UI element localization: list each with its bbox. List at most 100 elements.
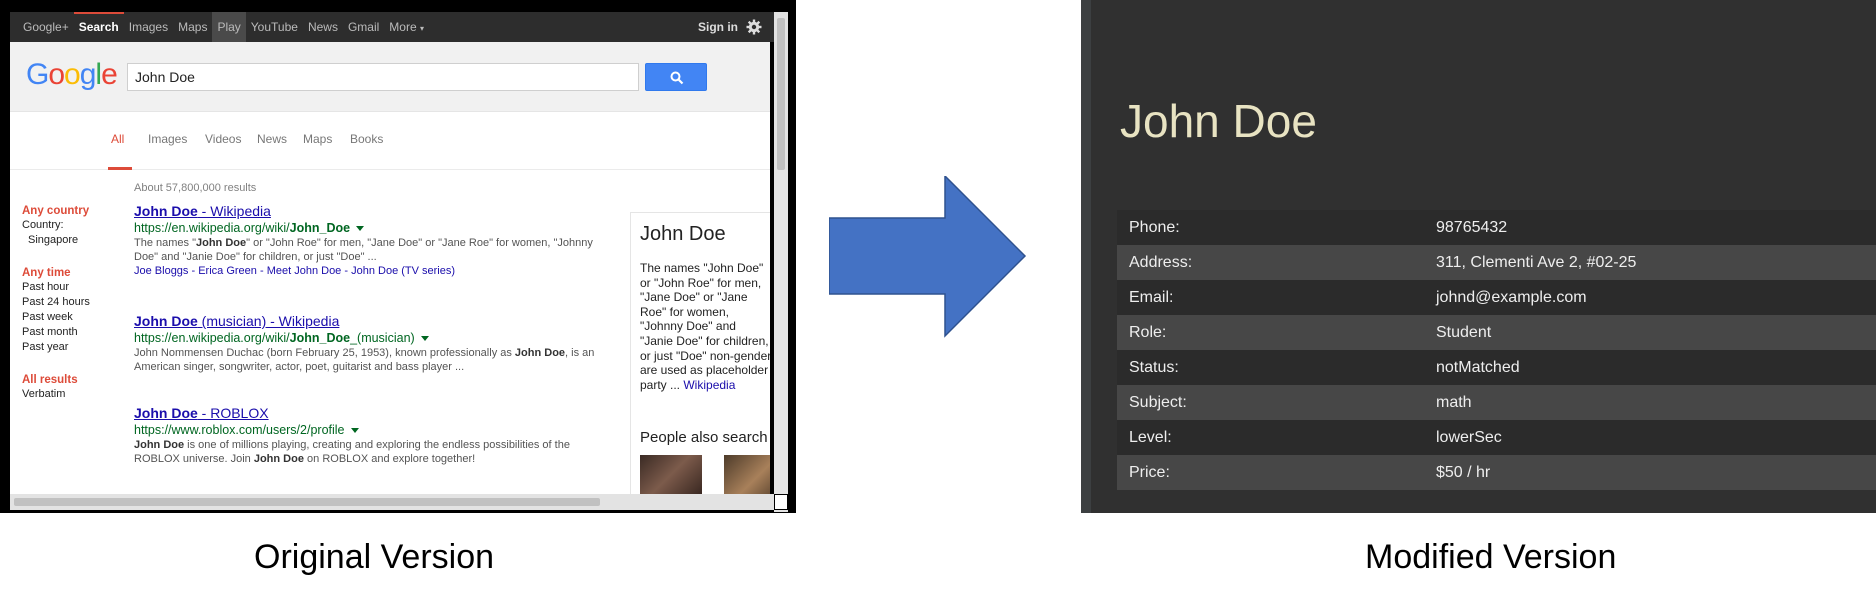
- sitelink[interactable]: Joe Bloggs: [134, 265, 188, 277]
- detail-row-price: Price: $50 / hr: [1117, 455, 1876, 490]
- kp-line: "Janie Doe" for children,: [640, 333, 769, 348]
- search-tools-sidebar: Any country Country: Singapore Any time …: [22, 204, 122, 402]
- snippet-text: The names ": [134, 237, 196, 249]
- person-thumbnail[interactable]: [724, 455, 770, 494]
- details-table: Phone: 98765432 Address: 311, Clementi Ave…: [1117, 210, 1876, 490]
- dropdown-caret-icon[interactable]: [420, 336, 429, 342]
- tab-images[interactable]: Images: [148, 132, 187, 146]
- result-title-link[interactable]: John Doe (musician) - Wikipedia: [134, 312, 630, 330]
- filter-all-results[interactable]: All results: [22, 373, 122, 387]
- detail-label: Phone:: [1129, 219, 1180, 236]
- result-url-post: _(musician): [350, 331, 415, 345]
- horizontal-scrollbar[interactable]: [10, 494, 774, 510]
- result-stats: About 57,800,000 results: [134, 182, 257, 194]
- snippet-text: is one of millions playing, creating and…: [184, 439, 570, 451]
- snippet-text: ROBLOX universe. Join: [134, 453, 254, 465]
- nav-more[interactable]: More ▾: [384, 12, 429, 42]
- result-url-pre: https://www.roblox.com/users/2/profile: [134, 423, 345, 437]
- detail-label: Status:: [1129, 359, 1179, 376]
- google-logo[interactable]: Google: [26, 58, 118, 92]
- filter-any-time[interactable]: Any time: [22, 266, 122, 280]
- search-result: John Doe - Wikipedia https://en.wikipedi…: [134, 202, 630, 279]
- country-label: Country:: [22, 219, 64, 231]
- nav-gmail[interactable]: Gmail: [343, 12, 384, 42]
- sign-in-link[interactable]: Sign in: [698, 12, 738, 42]
- detail-row-phone: Phone: 98765432: [1117, 210, 1876, 245]
- logo-letter: e: [101, 58, 118, 91]
- nav-youtube[interactable]: YouTube: [246, 12, 303, 42]
- detail-value: notMatched: [1436, 359, 1520, 376]
- person-thumbnail[interactable]: [640, 455, 702, 494]
- filter-past-week[interactable]: Past week: [22, 310, 122, 325]
- sitelink[interactable]: Erica Green: [198, 265, 257, 277]
- dropdown-caret-icon[interactable]: [350, 428, 359, 434]
- nav-search[interactable]: Search: [73, 12, 124, 42]
- result-url-pre: https://en.wikipedia.org/wiki/: [134, 221, 290, 235]
- detail-label: Subject:: [1129, 394, 1187, 411]
- nav-more-label: More: [389, 20, 417, 34]
- tab-all[interactable]: All: [111, 132, 124, 146]
- filter-past-month[interactable]: Past month: [22, 325, 122, 340]
- result-url-bold: John_Doe: [289, 331, 351, 345]
- sitelinks: Joe Bloggs - Erica Green - Meet John Doe…: [134, 265, 456, 277]
- scrollbar-thumb[interactable]: [14, 498, 600, 506]
- active-tab-indicator: [108, 167, 132, 170]
- result-title-rest: - ROBLOX: [197, 405, 269, 421]
- filter-past-24-hours[interactable]: Past 24 hours: [22, 295, 122, 310]
- caption-original: Original Version: [254, 538, 495, 576]
- sitelink[interactable]: Meet John Doe: [267, 265, 342, 277]
- search-button[interactable]: [645, 63, 707, 91]
- kp-line: or "John Roe" for men,: [640, 275, 762, 290]
- result-title-bold: John Doe: [134, 313, 198, 329]
- result-url: https://en.wikipedia.org/wiki/John_Doe: [134, 220, 630, 236]
- snippet-bold: John Doe: [514, 347, 566, 359]
- scrollbar-thumb[interactable]: [777, 18, 785, 170]
- filter-verbatim[interactable]: Verbatim: [22, 387, 122, 402]
- result-title-link[interactable]: John Doe - Wikipedia: [134, 202, 630, 220]
- kp-line: "Jane Doe" or "Jane: [640, 290, 748, 305]
- person-detail-panel: John Doe Phone: 98765432 Address: 311, Cle…: [1091, 0, 1876, 513]
- snippet-text: American singer, songwriter, actor, poet…: [134, 361, 465, 373]
- nav-news[interactable]: News: [303, 12, 343, 42]
- nav-play[interactable]: Play: [212, 12, 246, 42]
- search-header: Google John Doe: [10, 42, 770, 112]
- kp-line: or just "Doe" non-gender: [640, 348, 770, 363]
- filter-past-year[interactable]: Past year: [22, 340, 122, 355]
- kp-line: The names "John Doe": [640, 261, 764, 275]
- filter-past-hour[interactable]: Past hour: [22, 280, 122, 295]
- nav-google-plus[interactable]: Google+: [18, 12, 74, 42]
- snippet-bold: John Doe: [253, 453, 304, 465]
- right-arrow-icon: [829, 176, 1027, 338]
- search-input[interactable]: John Doe: [127, 63, 639, 91]
- tab-videos[interactable]: Videos: [205, 132, 241, 146]
- gear-icon[interactable]: [746, 19, 762, 35]
- people-also-search-heading: People also search for: [640, 429, 770, 446]
- wikipedia-link[interactable]: Wikipedia: [683, 378, 735, 392]
- tab-books[interactable]: Books: [350, 132, 383, 146]
- detail-value: $50 / hr: [1436, 464, 1491, 481]
- kp-line: party ... Wikipedia: [640, 378, 770, 393]
- snippet-text: on ROBLOX and explore together!: [303, 453, 476, 465]
- tab-news[interactable]: News: [257, 132, 287, 146]
- filter-any-country[interactable]: Any country: [22, 204, 122, 218]
- snippet-text: , is an: [565, 347, 595, 359]
- vertical-scrollbar[interactable]: [774, 12, 788, 512]
- snippet-text: " or "John Roe" for men, "Jane Doe" or "…: [246, 237, 593, 249]
- logo-letter: o: [48, 58, 65, 91]
- nav-images[interactable]: Images: [124, 12, 173, 42]
- nav-maps[interactable]: Maps: [173, 12, 212, 42]
- country-singapore[interactable]: Singapore: [22, 233, 122, 248]
- sitelink[interactable]: John Doe (TV series): [351, 265, 455, 277]
- result-title-link[interactable]: John Doe - ROBLOX: [134, 404, 630, 422]
- detail-row-role: Role: Student: [1117, 315, 1876, 350]
- detail-label: Address:: [1129, 254, 1193, 271]
- scrollbar-corner: [774, 494, 788, 510]
- knowledge-panel-description: The names "John Doe" or "John Roe" for m…: [640, 261, 770, 392]
- detail-value: johnd@example.com: [1436, 289, 1587, 306]
- dropdown-caret-icon[interactable]: [356, 226, 365, 232]
- detail-value: 98765432: [1436, 219, 1508, 236]
- detail-label: Price:: [1129, 464, 1170, 481]
- result-snippet: John Doe is one of millions playing, cre…: [134, 438, 630, 466]
- tab-maps[interactable]: Maps: [303, 132, 332, 146]
- detail-label: Level:: [1129, 429, 1172, 446]
